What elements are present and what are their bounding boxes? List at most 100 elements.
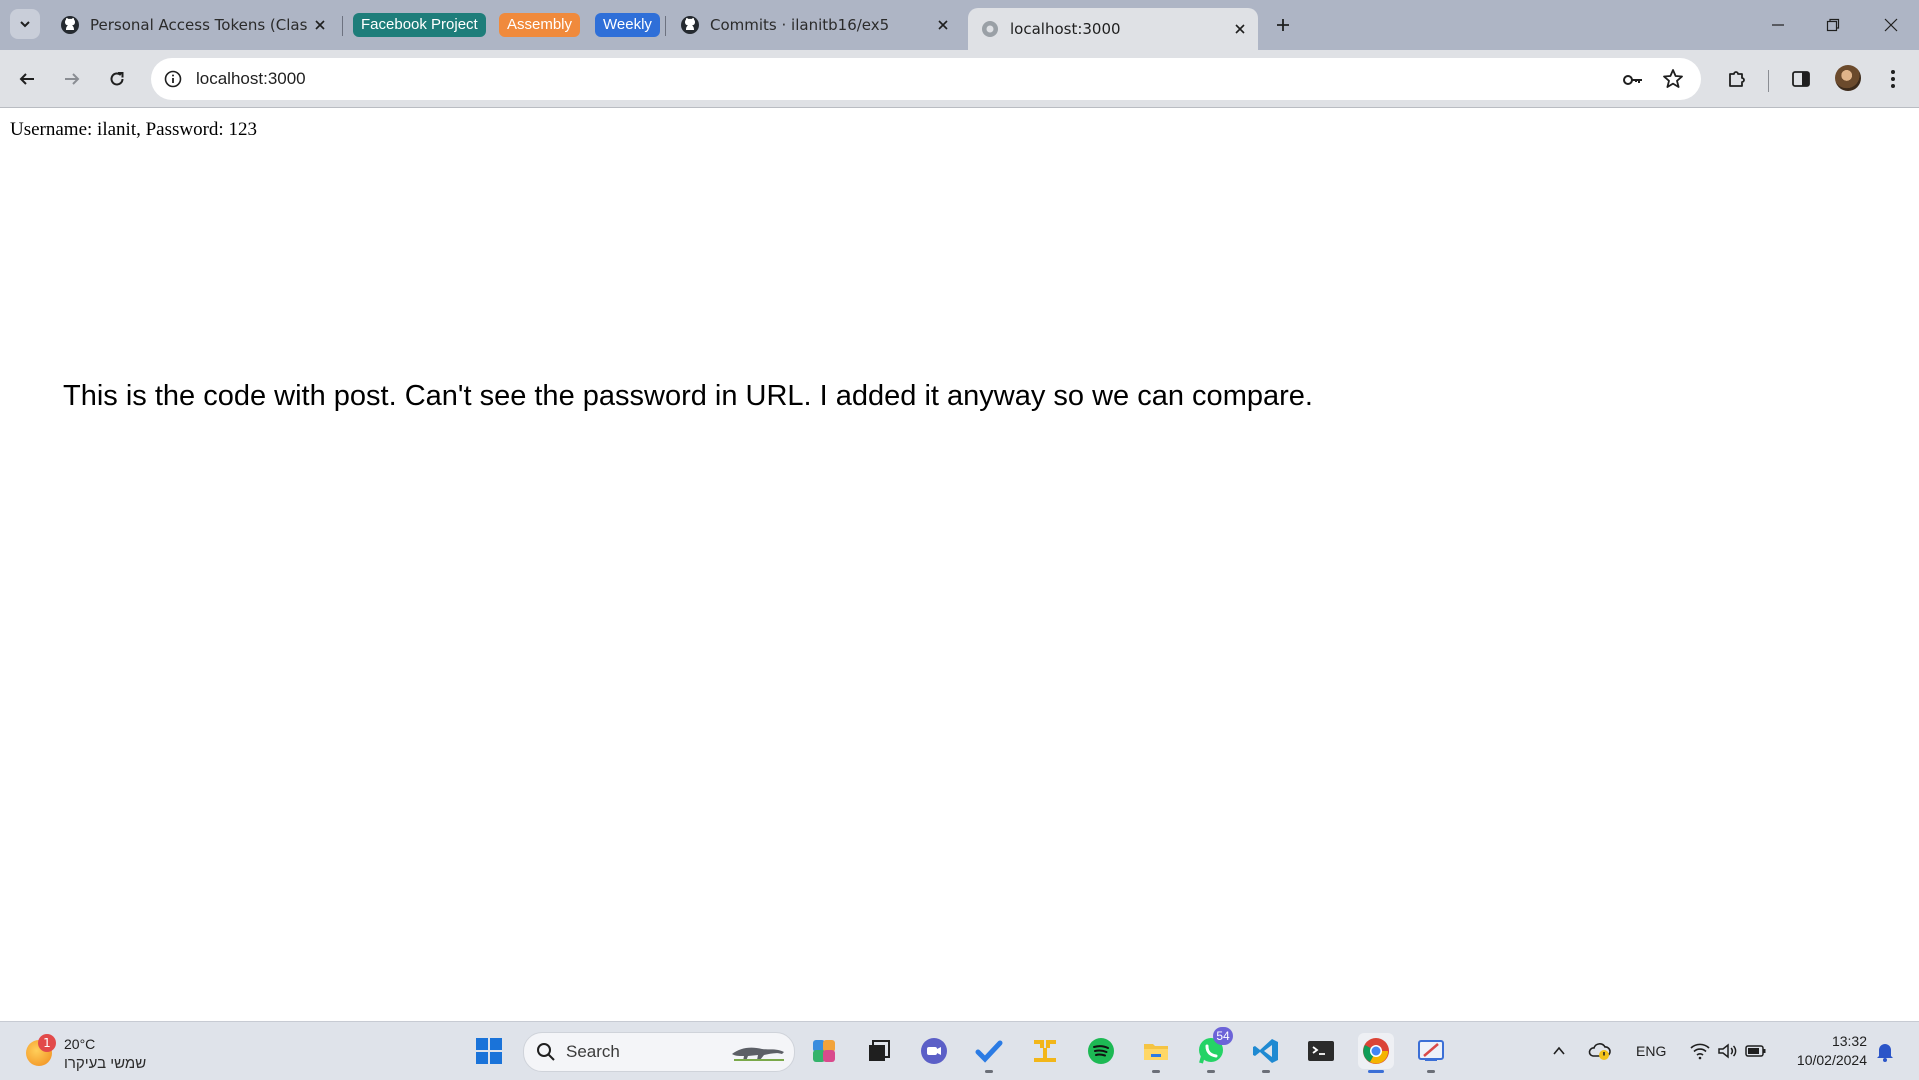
battery-icon [1745, 1045, 1766, 1057]
restore-icon [1826, 18, 1840, 32]
taskbar-copilot-preview[interactable] [807, 1033, 843, 1069]
url-text[interactable]: localhost:3000 [196, 69, 306, 89]
running-indicator [1427, 1070, 1435, 1073]
onedrive-status[interactable] [1585, 1033, 1615, 1069]
back-button[interactable] [12, 64, 42, 94]
minimize-button[interactable] [1763, 10, 1793, 40]
tab-title: Personal Access Tokens (Classic [90, 16, 308, 34]
key-icon[interactable] [1621, 68, 1645, 92]
snipping-icon [1418, 1040, 1444, 1061]
extensions-button[interactable] [1722, 64, 1752, 94]
site-info-icon[interactable] [161, 67, 185, 91]
new-tab-button[interactable] [1270, 12, 1296, 38]
terminal-icon [1308, 1041, 1334, 1061]
credentials-text: Username: ilanit, Password: 123 [10, 119, 257, 140]
taskbar-file-explorer[interactable] [1138, 1033, 1174, 1073]
menu-button[interactable] [1878, 64, 1908, 94]
tab-strip: Personal Access Tokens (Classic Facebook… [0, 0, 1919, 50]
toolbar-divider [1768, 70, 1769, 92]
puzzle-icon [1729, 71, 1745, 87]
cloud-warning-icon [1588, 1043, 1611, 1060]
arrow-right-icon [65, 73, 80, 85]
reload-button[interactable] [102, 64, 132, 94]
speaker-icon [1718, 1043, 1737, 1059]
taskbar-teams[interactable] [916, 1033, 952, 1069]
tab-separator [342, 16, 343, 36]
search-label: Search [566, 1042, 620, 1061]
weather-widget[interactable]: 1 20°C שמשי בעיקרו [24, 1030, 174, 1074]
bookmark-star-icon[interactable] [1661, 67, 1685, 91]
minimize-icon [1772, 24, 1784, 26]
search-icon [537, 1043, 555, 1061]
running-indicator [1207, 1070, 1215, 1073]
taskbar-chrome[interactable] [1358, 1033, 1394, 1073]
page-message: This is the code with post. Can't see th… [63, 380, 1313, 412]
side-panel-icon [1792, 71, 1810, 87]
restore-button[interactable] [1818, 10, 1848, 40]
github-icon [61, 16, 79, 34]
windows-icon [476, 1038, 502, 1064]
network-volume-battery[interactable] [1684, 1033, 1772, 1069]
running-indicator [1368, 1070, 1384, 1073]
tab-title: Commits · ilanitb16/ex5 [710, 16, 890, 34]
clock-date: 10/02/2024 [1796, 1052, 1867, 1068]
tab-commits[interactable]: Commits · ilanitb16/ex5 [680, 9, 955, 41]
close-tab-icon[interactable] [1228, 17, 1252, 41]
notifications-button[interactable] [1870, 1033, 1900, 1069]
arrow-left-icon [19, 73, 34, 85]
forward-button[interactable] [57, 64, 87, 94]
wifi-icon [1690, 1043, 1710, 1060]
address-bar[interactable]: localhost:3000 [151, 58, 1701, 100]
chrome-icon [1363, 1038, 1389, 1064]
globe-icon [982, 21, 998, 37]
checkmark-icon [975, 1040, 1003, 1063]
browser-toolbar: localhost:3000 [0, 50, 1919, 108]
tab-localhost[interactable]: localhost:3000 [968, 8, 1258, 50]
taskbar-search[interactable]: Search [523, 1032, 795, 1072]
start-button[interactable] [471, 1033, 507, 1069]
taskbar: 1 20°C שמשי בעיקרו Search 54 ENG 13:32 1… [0, 1021, 1919, 1080]
taskbar-spotify[interactable] [1083, 1033, 1119, 1069]
side-panel-button[interactable] [1786, 64, 1816, 94]
taskbar-app-yellow[interactable] [1027, 1033, 1063, 1069]
close-tab-icon[interactable] [308, 13, 332, 37]
close-icon [1884, 18, 1898, 32]
weather-temperature: 20°C [64, 1036, 96, 1052]
running-indicator [1152, 1070, 1160, 1073]
whatsapp-badge: 54 [1213, 1027, 1233, 1045]
close-tab-icon[interactable] [931, 13, 955, 37]
tab-group-assembly[interactable]: Assembly [499, 13, 581, 37]
language-indicator[interactable]: ENG [1636, 1043, 1666, 1059]
github-icon [681, 16, 699, 34]
spotify-icon [1088, 1038, 1114, 1064]
taskbar-terminal[interactable] [1303, 1033, 1339, 1069]
taskbar-snipping-tool[interactable] [1413, 1033, 1449, 1073]
weather-badge: 1 [38, 1034, 56, 1052]
clock[interactable]: 13:32 10/02/2024 [1797, 1032, 1867, 1070]
tab-group-facebook-project[interactable]: Facebook Project [353, 13, 486, 37]
running-indicator [985, 1070, 993, 1073]
chevron-up-icon [1553, 1046, 1565, 1055]
taskbar-whatsapp[interactable]: 54 [1193, 1027, 1233, 1073]
anteater-illustration-icon [732, 1047, 784, 1061]
tab-search-button[interactable] [10, 9, 40, 39]
merge-arrows-icon [1034, 1040, 1056, 1062]
task-view-icon [869, 1040, 890, 1061]
taskbar-todo[interactable] [971, 1033, 1007, 1073]
plus-icon [1277, 19, 1289, 31]
show-hidden-icons-button[interactable] [1545, 1033, 1573, 1069]
more-vertical-icon [1891, 70, 1895, 88]
reload-icon [110, 72, 124, 86]
weather-condition: שמשי בעיקרו [64, 1055, 147, 1072]
taskbar-vscode[interactable] [1248, 1033, 1284, 1073]
video-chat-icon [921, 1038, 947, 1064]
running-indicator [1262, 1070, 1270, 1073]
profile-avatar[interactable] [1835, 65, 1861, 91]
tab-group-weekly[interactable]: Weekly [595, 13, 660, 37]
tab-personal-access-tokens[interactable]: Personal Access Tokens (Classic [60, 9, 332, 41]
tab-separator [665, 16, 666, 36]
close-window-button[interactable] [1876, 10, 1906, 40]
bell-icon [1877, 1044, 1893, 1062]
chevron-down-icon [20, 21, 30, 28]
taskbar-task-view[interactable] [861, 1033, 897, 1069]
